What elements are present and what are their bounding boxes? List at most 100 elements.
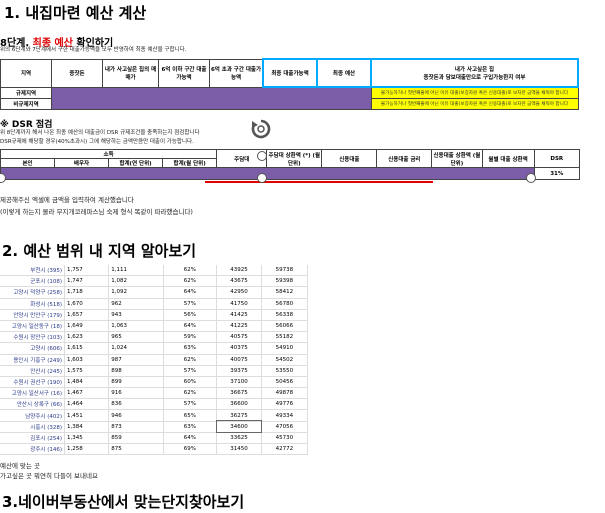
- table-row: 김포시 (254) 1,345 859 64% 33625 45730: [0, 432, 309, 445]
- table-cell: 62%: [163, 387, 218, 400]
- table-cell: 42950: [216, 286, 262, 299]
- table-cell: 65%: [163, 409, 218, 422]
- table-cell: 1,484: [64, 376, 110, 389]
- table-cell: 916: [108, 387, 164, 400]
- table-cell: 36275: [216, 409, 262, 422]
- table-row: 군포시 (108) 1,747 1,082 62% 43675 59398: [0, 275, 309, 288]
- table-cell: 42772: [261, 443, 309, 456]
- table-cell: 49776: [261, 398, 309, 411]
- table-cell: 56066: [261, 320, 309, 333]
- table-cell: 39375: [216, 365, 262, 377]
- table-cell: 56780: [261, 298, 309, 310]
- dsr-col-spouse: 배우자: [54, 158, 110, 168]
- table-cell: 43925: [216, 265, 262, 277]
- table-cell: 1,024: [108, 342, 164, 355]
- table-cell: 1,757: [64, 265, 110, 277]
- row-note-nonregulated: 불가능하거나 첫번째줄에 아닌 이유 대출(보증자원 혹은 신용대출)로 보자란…: [370, 98, 579, 110]
- step8-desc: 위의 6단계와 7단계에서 구한 대출가능액을 모두 반영하여 최종 예산을 구…: [0, 47, 187, 53]
- instruction-line2: (이렇게 하는지 몰라 무지개코레파스님 숙제 형식 똑같이 따라했습니다): [0, 208, 193, 216]
- table-cell: 55182: [261, 331, 309, 344]
- dsr-col-credit: 신용대출: [321, 149, 378, 168]
- table-cell: 1,258: [64, 443, 110, 456]
- table-cell: 고양시 일산동구 (18): [0, 320, 66, 333]
- table-row: 수원시 장안구 (103) 1,623 965 59% 40575 55182: [0, 331, 309, 344]
- table-cell: 47056: [261, 421, 309, 433]
- table-cell: 56%: [163, 309, 218, 321]
- table-cell: 875: [108, 443, 164, 456]
- table-row: 안산시 (245) 1,575 898 57% 39375 53550: [0, 365, 309, 377]
- col-feasibility: 내가 사고싶은 집 종잣돈과 담보대출만으로 구입가능한지 여부: [370, 58, 579, 88]
- col-price: 내가 사고싶은 집의 매매가: [102, 58, 159, 88]
- table-cell: 50456: [261, 376, 309, 389]
- table-cell: 1,603: [64, 354, 110, 366]
- table-row: 부천시 (395) 1,757 1,111 62% 43925 59738: [0, 265, 309, 277]
- table-cell: 고양시 일산서구 (16): [0, 387, 66, 400]
- table-cell: 64%: [163, 286, 218, 299]
- table-row: 고양시 (606) 1,615 1,024 63% 40375 54910: [0, 342, 309, 355]
- table-cell: 64%: [163, 320, 218, 333]
- dsr-col-monthly: 월별 대출 상환액: [481, 149, 535, 168]
- table-cell: 58412: [261, 286, 309, 299]
- dsr-col-dsr: DSR: [533, 149, 581, 168]
- table-cell: 용인시 기흥구 (249): [0, 354, 66, 366]
- col-region: 지역: [0, 58, 52, 88]
- table-cell: 안산시 상록구 (66): [0, 398, 66, 411]
- table-cell: 부천시 (395): [0, 265, 66, 277]
- table-cell: 57%: [163, 398, 218, 411]
- table-cell: 1,111: [108, 265, 164, 277]
- table-cell: 859: [108, 432, 164, 445]
- table-cell: 54910: [261, 342, 309, 355]
- table-cell: 43675: [216, 275, 262, 288]
- table-cell: 965: [108, 331, 164, 344]
- table-cell: 1,657: [64, 309, 110, 321]
- table-cell: 836: [108, 398, 164, 411]
- table-row: 고양시 일산동구 (18) 1,649 1,063 64% 41225 56066: [0, 320, 309, 333]
- table-cell: 1,467: [64, 387, 110, 400]
- table-cell: 41225: [216, 320, 262, 333]
- row-note-regulated: 불가능하거나 첫번째줄에 아닌 이유 대출(보증자원 혹은 신용대출)로 보자란…: [370, 86, 579, 99]
- table-cell: 36600: [216, 398, 262, 411]
- table-cell: 59738: [261, 265, 309, 277]
- table-row: 남양주시 (402) 1,451 946 65% 36275 49334: [0, 409, 309, 422]
- table-cell: 962: [108, 298, 164, 310]
- table-cell: 1,747: [64, 275, 110, 288]
- row-label-regulated: 규제지역: [0, 86, 52, 99]
- table-cell: 군포시 (108): [0, 275, 66, 288]
- table-cell: 광주시 (146): [0, 443, 66, 456]
- resize-handle-top[interactable]: [257, 151, 267, 161]
- table-cell: 49878: [261, 387, 309, 400]
- resize-handle-right[interactable]: [526, 173, 536, 183]
- section2-title: 2. 예산 범위 내 지역 알아보기: [2, 242, 197, 260]
- col-final-loan: 최종 대출가능액: [262, 58, 318, 88]
- table-cell: 57%: [163, 298, 218, 310]
- table-cell: 1,345: [64, 432, 110, 445]
- resize-handle-left[interactable]: [0, 173, 6, 183]
- col-loan-under: 6억 이하 구간 대출가능액: [158, 58, 210, 88]
- table-cell: 40375: [216, 342, 262, 355]
- table-cell: 1,082: [108, 275, 164, 288]
- dsr-col-mortgage-repay: 주담대 상환액 (*) (월 단위): [266, 149, 323, 168]
- table-row: 고양시 덕양구 (258) 1,718 1,092 64% 42950 58412: [0, 286, 309, 299]
- table-cell: 59%: [163, 331, 218, 344]
- table-cell: 수원시 장안구 (103): [0, 331, 66, 344]
- table-cell: 49334: [261, 409, 309, 422]
- table-cell: 수원시 권선구 (190): [0, 376, 66, 389]
- table-cell: 1,623: [64, 331, 110, 344]
- table-cell: 57%: [163, 365, 218, 377]
- resize-handle-mid[interactable]: [257, 173, 267, 183]
- table-cell: 41425: [216, 309, 262, 321]
- dsr-purple-fill: [0, 167, 535, 180]
- table-cell: 898: [108, 365, 164, 377]
- table-cell: 안산시 (245): [0, 365, 66, 377]
- income-header: 소득: [0, 149, 218, 159]
- section3-title: 3.네이버부동산에서 맞는단지찾아보기: [2, 493, 245, 511]
- instruction-line1: 제공해주신 엑셀에 금액을 입력하여 계산했습니다: [0, 196, 134, 204]
- table-cell: 40575: [216, 331, 262, 344]
- table-cell: 고양시 (606): [0, 342, 66, 355]
- reload-icon[interactable]: [249, 117, 273, 141]
- dsr-line1: 위 8단계까지 해서 나온 최종 예산의 대출금이 DSR 규제조건을 충족하는…: [0, 130, 200, 136]
- dsr-col-credit-repay: 신용대출 상환액 (월 단위): [431, 149, 483, 168]
- table-row: 안산시 상록구 (66) 1,464 836 57% 36600 49776: [0, 398, 309, 411]
- table-cell: 1,464: [64, 398, 110, 411]
- budget-table: 지역 종잣돈 내가 사고싶은 집의 매매가 6억 이하 구간 대출가능액 6억 …: [0, 58, 579, 110]
